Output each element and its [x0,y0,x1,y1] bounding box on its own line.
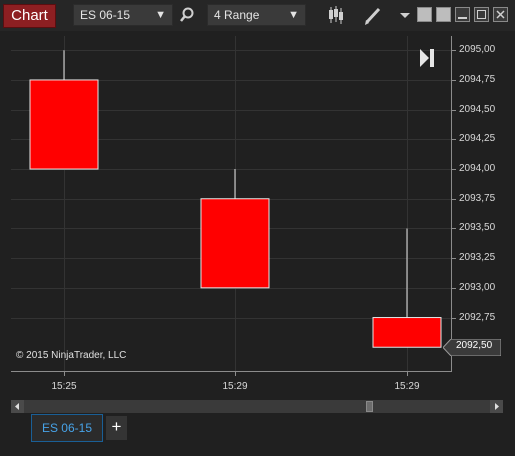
candle-body[interactable] [200,198,270,289]
y-axis-label: 2094,25 [459,133,496,145]
bar-type-label: 4 Range [214,8,260,22]
search-icon[interactable] [178,4,196,26]
time-axis-line [11,371,452,372]
copyright-text: © 2015 NinjaTrader, LLC [16,350,127,361]
y-axis-tick [451,228,456,230]
scroll-right-button[interactable] [490,400,503,413]
scrollbar-thumb[interactable] [366,401,373,412]
x-axis-label: 15:29 [222,381,248,392]
x-axis-label: 15:25 [51,381,77,392]
y-axis-tick [451,169,456,171]
price-axis[interactable]: 2095,00 2094,75 2094,50 2094,25 2094,00 2093,… [451,36,503,372]
close-icon[interactable] [493,7,508,22]
scroll-left-button[interactable] [11,400,24,413]
y-axis-label: 2094,50 [459,103,496,115]
instrument-label: ES 06-15 [80,8,131,22]
chart-toolbar: Chart ES 06-15 ▼ 4 Range ▼ [0,0,515,31]
chevron-down-icon: ▼ [288,9,299,21]
bar-type-selector[interactable]: 4 Range ▼ [207,4,306,26]
arrow-left-icon [15,403,19,410]
y-axis-label: 2093,00 [459,281,496,293]
chart-menu-button[interactable]: Chart [3,4,56,28]
chart-panel[interactable]: © 2015 NinjaTrader, LLC 2095,00 2094,75 20… [11,36,503,392]
tile-icon[interactable] [417,7,432,22]
x-axis-tick [235,372,236,376]
y-axis-tick [451,79,456,81]
dropdown-icon[interactable] [398,4,412,26]
x-axis-label: 15:29 [394,381,420,392]
candle-body[interactable] [372,317,442,348]
y-axis-tick [451,139,456,141]
arrow-right-icon [495,403,499,410]
y-axis-tick [451,317,456,319]
y-axis-label: 2095,00 [459,44,496,56]
candlestick-series [29,50,442,348]
y-axis-tick [451,258,456,260]
tab-es-06-15[interactable]: ES 06-15 [31,414,103,442]
price-plot-area[interactable]: © 2015 NinjaTrader, LLC [11,36,451,371]
y-axis-label: 2093,25 [459,252,496,264]
minimize-icon[interactable] [455,7,470,22]
y-axis-label: 2093,50 [459,222,496,234]
go-to-end-icon[interactable] [418,47,436,69]
y-axis-label: 2093,75 [459,192,496,204]
y-axis-label: 2094,00 [459,163,496,175]
chevron-down-icon: ▼ [155,9,166,21]
x-axis-tick [64,372,65,376]
x-axis-tick [407,372,408,376]
y-axis-label: 2092,75 [459,311,496,323]
last-price-marker: 2092,50 [443,339,501,357]
pencil-icon[interactable] [363,4,383,26]
horizontal-scrollbar[interactable] [11,400,503,413]
y-axis-tick [451,287,456,289]
y-axis-label: 2094,75 [459,73,496,85]
candlestick-icon[interactable] [326,4,346,26]
maximize-icon[interactable] [474,7,489,22]
y-axis-tick [451,50,456,52]
y-axis-tick [451,198,456,200]
last-price-label: 2092,50 [456,340,493,352]
y-axis-tick [451,109,456,111]
add-tab-button[interactable]: + [106,416,127,440]
tile-icon[interactable] [436,7,451,22]
instrument-selector[interactable]: ES 06-15 ▼ [73,4,173,26]
candle-body[interactable] [29,79,99,170]
